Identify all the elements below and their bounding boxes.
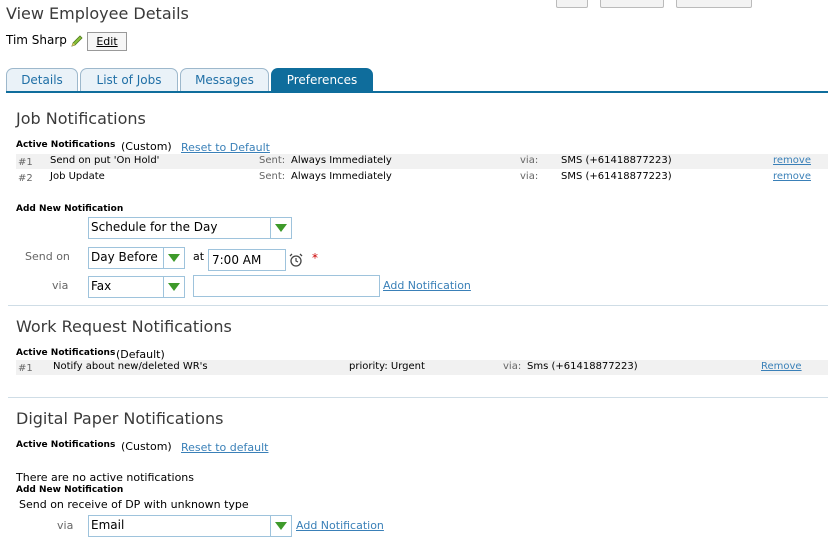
digital-paper-notifications-title: Digital Paper Notifications (16, 409, 224, 428)
section-divider (8, 397, 828, 398)
sent-label: Sent: (259, 155, 286, 166)
via-label: via: (520, 155, 539, 166)
work-request-notifications-title: Work Request Notifications (16, 317, 232, 336)
at-label: at (193, 250, 205, 263)
via-value: SMS (+61418877223) (561, 171, 672, 182)
via-destination-input[interactable] (193, 275, 380, 297)
row-number: #2 (18, 173, 33, 184)
reset-to-default-link[interactable]: Reset to Default (181, 141, 270, 154)
active-notifications-label: Active Notifications (16, 140, 116, 150)
active-notifications-label: Active Notifications (16, 348, 116, 358)
time-input[interactable]: 7:00 AM (208, 249, 286, 271)
chevron-down-icon[interactable] (270, 516, 291, 536)
add-notification-link[interactable]: Add Notification (296, 519, 384, 532)
schedule-select[interactable]: Schedule for the Day (88, 217, 292, 239)
via-label: via: (520, 171, 539, 182)
add-new-notification-label: Add New Notification (16, 485, 124, 495)
add-new-notification-label: Add New Notification (16, 204, 124, 214)
top-toolbar-button[interactable] (600, 0, 664, 8)
tab-details[interactable]: Details (6, 68, 78, 91)
pencil-icon[interactable] (70, 33, 84, 47)
sent-label: Sent: (259, 171, 286, 182)
sent-value: Always Immediately (291, 171, 392, 182)
via-select[interactable]: Email (88, 515, 292, 537)
row-number: #1 (18, 363, 33, 374)
notification-name: Job Update (50, 171, 105, 182)
chevron-down-icon[interactable] (270, 218, 291, 238)
tab-messages[interactable]: Messages (180, 68, 269, 91)
employee-name: Tim Sharp (6, 33, 67, 47)
required-marker: * (312, 251, 318, 265)
chevron-down-icon[interactable] (163, 248, 184, 268)
empty-state-text: There are no active notifications (16, 471, 195, 484)
priority-value: priority: Urgent (349, 361, 425, 372)
tab-underline (6, 91, 828, 93)
top-toolbar-button[interactable] (556, 0, 588, 8)
sent-value: Always Immediately (291, 155, 392, 166)
add-notification-link[interactable]: Add Notification (383, 279, 471, 292)
notification-name: Notify about new/deleted WR's (53, 361, 208, 372)
via-label: via (52, 279, 69, 292)
active-notifications-label: Active Notifications (16, 440, 116, 450)
trigger-text: Send on receive of DP with unknown type (19, 498, 249, 511)
via-select[interactable]: Fax (88, 276, 185, 298)
send-on-label: Send on (25, 250, 70, 263)
via-label: via: (503, 361, 522, 372)
section-divider (8, 305, 828, 306)
tab-list-of-jobs[interactable]: List of Jobs (80, 68, 178, 91)
alarm-clock-icon[interactable] (288, 252, 304, 268)
edit-button[interactable]: Edit (87, 32, 127, 51)
send-on-select[interactable]: Day Before (88, 247, 185, 269)
notification-mode: (Custom) (121, 140, 172, 153)
page-title: View Employee Details (6, 4, 189, 23)
tab-preferences[interactable]: Preferences (271, 68, 373, 91)
remove-link[interactable]: remove (773, 171, 811, 182)
remove-link[interactable]: remove (773, 155, 811, 166)
notification-name: Send on put 'On Hold' (50, 155, 160, 166)
via-label: via (57, 519, 74, 532)
top-toolbar-button[interactable] (676, 0, 752, 8)
reset-to-default-link[interactable]: Reset to default (181, 441, 268, 454)
via-value: Sms (+61418877223) (527, 361, 638, 372)
job-notifications-title: Job Notifications (16, 109, 146, 128)
notification-mode: (Custom) (121, 440, 172, 453)
row-number: #1 (18, 157, 33, 168)
chevron-down-icon[interactable] (163, 277, 184, 297)
via-value: SMS (+61418877223) (561, 155, 672, 166)
remove-link[interactable]: Remove (761, 361, 802, 372)
